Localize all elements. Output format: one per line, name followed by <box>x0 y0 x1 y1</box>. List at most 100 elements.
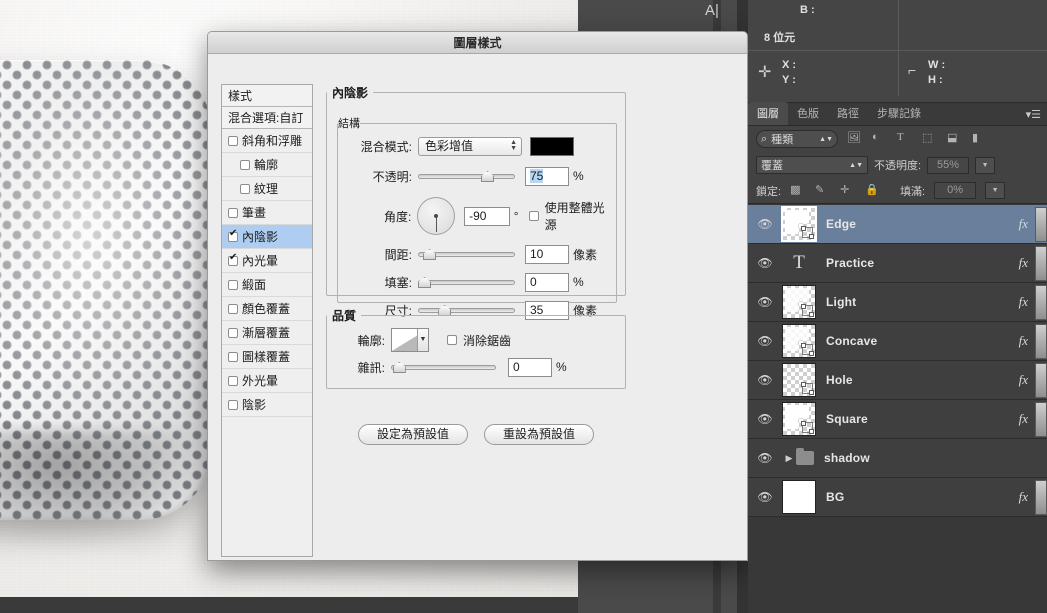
anti-alias-checkbox[interactable] <box>447 335 457 345</box>
layer-thumbnail[interactable] <box>782 324 816 358</box>
layer-thumbnail[interactable] <box>781 206 817 242</box>
use-global-light-checkbox[interactable] <box>528 211 539 221</box>
style-item-checkbox[interactable] <box>228 253 238 266</box>
distance-slider[interactable] <box>418 248 515 260</box>
layer-name[interactable]: Hole <box>816 373 1019 387</box>
blend-mode-select[interactable]: 色彩增值 ▲ ▼ <box>418 136 522 156</box>
layer-row[interactable]: 👁Lightfx▼ <box>748 283 1047 322</box>
style-item-checkbox[interactable] <box>228 135 238 146</box>
fx-icon[interactable]: fx <box>1019 372 1034 388</box>
style-item-checkbox[interactable] <box>240 183 250 194</box>
layer-thumbnail[interactable] <box>782 402 816 436</box>
opacity-input[interactable]: 75 <box>525 166 569 186</box>
layer-blend-mode-select[interactable]: 覆蓋 ▲▼ <box>756 156 868 174</box>
style-item-checkbox[interactable] <box>228 399 238 410</box>
style-item-9[interactable]: 圖樣覆蓋 <box>222 345 312 369</box>
distance-input[interactable]: 10 <box>525 244 569 264</box>
layer-fill-stepper[interactable]: ▼ <box>985 182 1006 199</box>
layer-opacity-stepper[interactable]: ▼ <box>975 156 996 174</box>
lock-transparency-icon[interactable]: ▩ <box>790 183 806 199</box>
disclosure-triangle-icon[interactable]: ▶ <box>782 453 796 464</box>
layer-thumbnail[interactable] <box>782 363 816 397</box>
choke-slider[interactable] <box>418 276 515 288</box>
eye-icon[interactable]: 👁 <box>748 490 782 504</box>
style-item-8[interactable]: 漸層覆蓋 <box>222 321 312 345</box>
layer-name[interactable]: BG <box>816 490 1019 504</box>
layer-row[interactable]: 👁Squarefx▼ <box>748 400 1047 439</box>
style-item-1[interactable]: 輪廓 <box>222 153 312 177</box>
chevron-down-icon[interactable]: ▼ <box>417 329 428 351</box>
style-item-checkbox[interactable] <box>228 279 238 290</box>
layer-opacity-value[interactable]: 55% <box>927 156 970 174</box>
layer-name[interactable]: Square <box>816 412 1019 426</box>
layers-list[interactable]: 👁Edgefx▼👁TPracticefx▼👁Lightfx▼👁Concavefx… <box>748 205 1047 517</box>
panel-tab-0[interactable]: 圖層 <box>748 102 788 125</box>
panel-menu-icon[interactable]: ▾☰ <box>1026 108 1041 121</box>
contour-preset-picker[interactable]: ▼ <box>391 328 429 352</box>
layer-name[interactable]: Concave <box>816 334 1019 348</box>
eye-icon[interactable]: 👁 <box>748 373 782 387</box>
panel-tab-1[interactable]: 色版 <box>788 102 828 125</box>
layer-row[interactable]: 👁Holefx▼ <box>748 361 1047 400</box>
eye-icon[interactable]: 👁 <box>748 334 782 348</box>
lock-position-icon[interactable]: ✛ <box>840 183 856 199</box>
distance-slider-knob[interactable] <box>423 249 437 260</box>
layer-style-dialog[interactable]: 圖層樣式 樣式 混合選項:自訂 斜角和浮雕輪廓紋理筆畫內陰影內光暈緞面顏色覆蓋漸… <box>207 31 940 561</box>
style-item-10[interactable]: 外光暈 <box>222 369 312 393</box>
style-item-11[interactable]: 陰影 <box>222 393 312 417</box>
fx-icon[interactable]: fx <box>1019 333 1034 349</box>
eye-icon[interactable]: 👁 <box>748 217 782 231</box>
fx-icon[interactable]: fx <box>1019 411 1034 427</box>
filter-toggle-icon[interactable]: ▮ <box>972 131 988 147</box>
layer-blend-row[interactable]: 覆蓋 ▲▼ 不透明度: 55% ▼ <box>748 152 1047 178</box>
layer-thumbnail[interactable]: T <box>782 246 816 280</box>
eye-icon[interactable]: 👁 <box>748 295 782 309</box>
layer-thumbnail[interactable] <box>782 480 816 514</box>
style-item-2[interactable]: 紋理 <box>222 177 312 201</box>
style-item-5[interactable]: 內光暈 <box>222 249 312 273</box>
filter-kind-select[interactable]: ⌕ 種類 ▲▼ <box>756 130 838 148</box>
style-item-checkbox[interactable] <box>240 159 250 170</box>
angle-dial[interactable] <box>417 197 456 235</box>
reset-default-button[interactable]: 重設為預設值 <box>484 424 594 445</box>
pixel-layer-icon[interactable]: 🖼 <box>847 131 863 147</box>
panel-tab-bar[interactable]: 圖層 色版 路徑 步驟記錄 ▾☰ <box>748 102 1047 126</box>
style-item-checkbox[interactable] <box>228 303 238 314</box>
lock-paint-icon[interactable]: ✎ <box>815 183 831 199</box>
layer-name[interactable]: Edge <box>816 217 1019 231</box>
eye-icon[interactable]: 👁 <box>748 256 782 270</box>
layer-filter-row[interactable]: ⌕ 種類 ▲▼ 🖼 ◐ T ⬚ ⬓ ▮ <box>748 126 1047 152</box>
fx-icon[interactable]: fx <box>1019 216 1034 232</box>
panel-tab-2[interactable]: 路徑 <box>828 102 868 125</box>
noise-slider[interactable] <box>391 361 496 373</box>
angle-input[interactable]: -90 <box>464 206 510 226</box>
style-item-checkbox[interactable] <box>228 207 238 218</box>
fx-icon[interactable]: fx <box>1019 489 1034 505</box>
adjustment-layer-icon[interactable]: ◐ <box>872 131 888 147</box>
blending-options-item[interactable]: 混合選項:自訂 <box>222 107 312 129</box>
style-item-checkbox[interactable] <box>228 327 238 338</box>
layer-name[interactable]: Practice <box>816 256 1019 270</box>
shadow-color-swatch[interactable] <box>530 136 574 156</box>
style-item-checkbox[interactable] <box>228 375 238 386</box>
style-item-0[interactable]: 斜角和浮雕 <box>222 129 312 153</box>
layer-name[interactable]: shadow <box>814 451 1047 465</box>
eye-icon[interactable]: 👁 <box>748 451 782 465</box>
layer-lock-row[interactable]: 鎖定: ▩ ✎ ✛ 🔒 填滿: 0% ▼ <box>748 178 1047 204</box>
layer-row[interactable]: 👁Edgefx▼ <box>748 205 1047 244</box>
layer-row[interactable]: 👁 ▶ shadow <box>748 439 1047 478</box>
style-item-checkbox[interactable] <box>228 229 238 242</box>
style-item-6[interactable]: 緞面 <box>222 273 312 297</box>
style-item-checkbox[interactable] <box>228 351 238 362</box>
layer-row[interactable]: 👁BGfx▼ <box>748 478 1047 517</box>
layer-name[interactable]: Light <box>816 295 1019 309</box>
panel-tab-3[interactable]: 步驟記錄 <box>868 102 930 125</box>
shape-layer-icon[interactable]: ⬚ <box>922 131 938 147</box>
lock-all-icon[interactable]: 🔒 <box>865 183 881 199</box>
eye-icon[interactable]: 👁 <box>748 412 782 426</box>
choke-slider-knob[interactable] <box>418 277 431 288</box>
opacity-slider-knob[interactable] <box>481 171 494 182</box>
fx-icon[interactable]: fx <box>1019 294 1034 310</box>
style-item-4[interactable]: 內陰影 <box>222 225 312 249</box>
smart-object-icon[interactable]: ⬓ <box>947 131 963 147</box>
